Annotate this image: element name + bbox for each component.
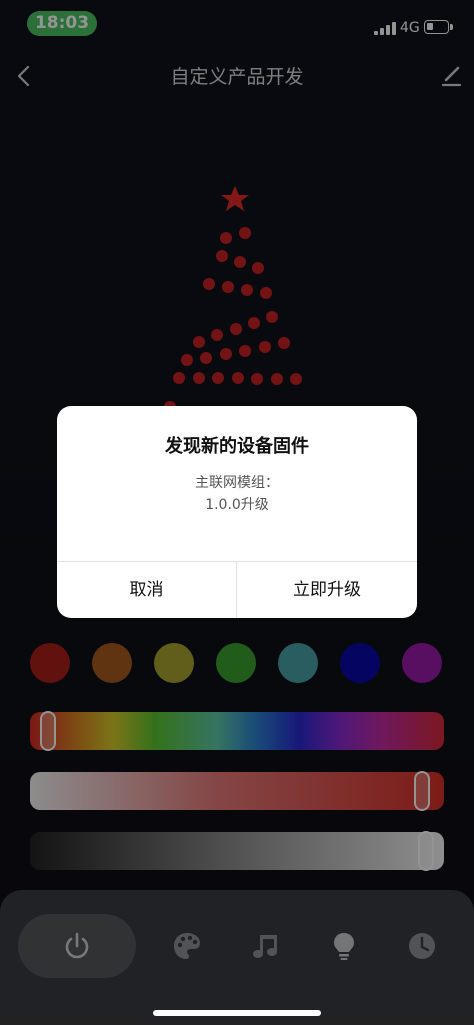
dialog-message: 主联网模组： 1.0.0升级	[57, 472, 417, 516]
home-indicator[interactable]	[153, 1010, 321, 1016]
upgrade-now-button[interactable]: 立即升级	[237, 562, 417, 618]
firmware-update-dialog: 发现新的设备固件 主联网模组： 1.0.0升级 取消 立即升级	[57, 406, 417, 618]
dialog-message-line1: 主联网模组：	[195, 475, 279, 491]
dialog-title: 发现新的设备固件	[165, 436, 309, 457]
dialog-message-line2: 1.0.0升级	[205, 497, 269, 513]
cancel-button[interactable]: 取消	[57, 562, 236, 618]
